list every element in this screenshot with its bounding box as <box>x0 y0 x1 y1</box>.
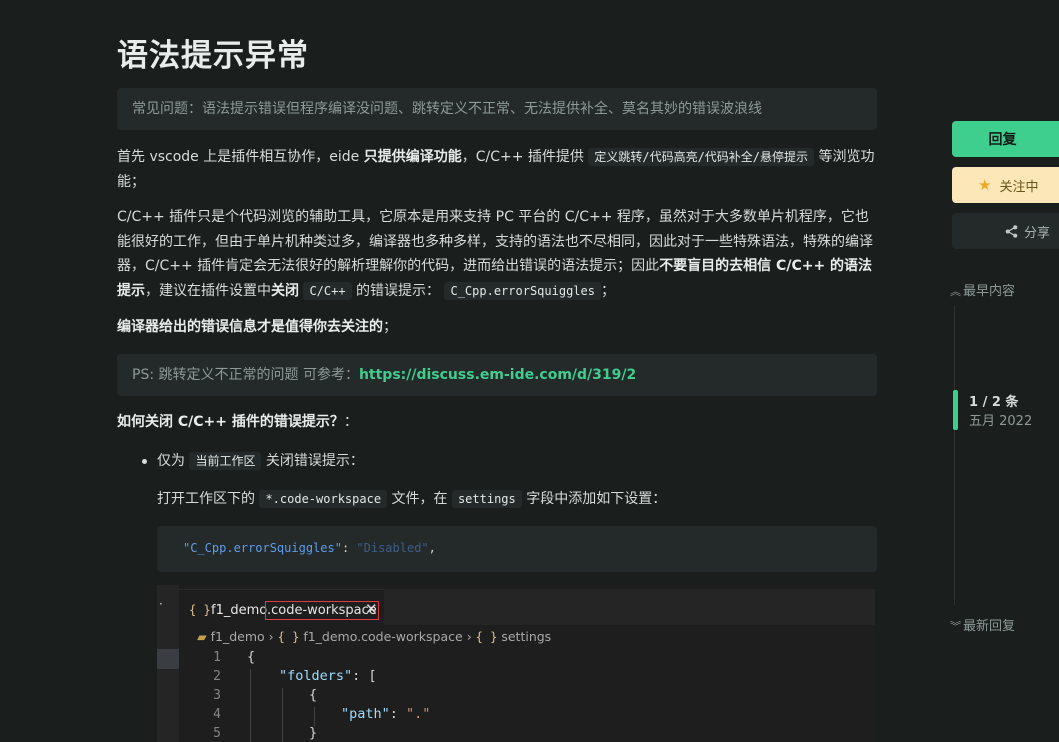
faq-blockquote: 常见问题：语法提示错误但程序编译没问题、跳转定义不正常、无法提供补全、莫名其妙的… <box>117 88 877 130</box>
double-chevron-down-icon: ︾ <box>950 620 961 633</box>
code-line: "folders": [ <box>279 668 377 684</box>
line-number: 2 <box>213 669 221 684</box>
vscode-screenshot: · { } f1_demo.code-workspace ✕ ▰ f1_demo… <box>157 585 875 742</box>
heading-close-errors: 如何关闭 C/C++ 插件的错误提示？： <box>117 414 358 430</box>
inline-code: 定义跳转/代码高亮/代码补全/悬停提示 <box>588 148 815 166</box>
inline-code: C_Cpp.errorSquiggles <box>444 281 601 300</box>
line-number: 5 <box>213 726 221 741</box>
close-icon: ✕ <box>365 600 378 618</box>
vscode-explorer-strip: · <box>157 585 179 742</box>
object-braces-icon: { } <box>475 630 498 644</box>
inline-code: C/C++ <box>303 281 352 300</box>
tab-filename: f1_demo.code-workspace <box>211 601 379 620</box>
code-line: { <box>247 649 256 665</box>
json-braces-icon: { } <box>277 630 300 644</box>
discuss-link[interactable]: https://discuss.em-ide.com/d/319/2 <box>359 367 636 383</box>
scrubber-handle[interactable] <box>953 390 958 430</box>
scrubber-track[interactable] <box>954 305 955 605</box>
scrubber-count: 1 / 2 条 <box>969 395 1019 410</box>
scrubber-date: 五月 2022 <box>969 414 1033 429</box>
share-button[interactable]: 分享 <box>952 213 1059 249</box>
scrubber-earliest[interactable]: ︽ 最早内容 <box>950 280 1015 299</box>
line-number: 3 <box>213 688 221 703</box>
settings-code-block: "C_Cpp.errorSquiggles": "Disabled", <box>157 526 877 572</box>
double-chevron-up-icon: ︽ <box>950 285 961 298</box>
highlighted-extension: .code-workspace <box>265 601 379 620</box>
follow-button[interactable]: ★ 关注中 <box>952 167 1059 203</box>
paragraph-plugins: 首先 vscode 上是插件相互协作，eide 只提供编译功能，C/C++ 插件… <box>117 148 875 190</box>
list-bullet <box>142 458 150 466</box>
page-title: 语法提示异常 <box>117 38 309 74</box>
line-number: 4 <box>213 707 221 722</box>
line-number: 1 <box>213 650 221 665</box>
inline-code: *.code-workspace <box>259 490 388 508</box>
inline-code: 当前工作区 <box>189 452 262 470</box>
scrubber-latest[interactable]: ︾ 最新回复 <box>950 615 1015 634</box>
inline-code: settings <box>451 490 522 508</box>
share-icon <box>1005 224 1018 238</box>
paragraph-compiler-errors: 编译器给出的错误信息才是值得你去关注的； <box>117 319 397 335</box>
vscode-breadcrumb: ▰ f1_demo › { } f1_demo.code-workspace ›… <box>197 629 552 644</box>
paragraph-cpp-plugin: C/C++ 插件只是个代码浏览的辅助工具，它原本是用来支持 PC 平台的 C/C… <box>117 209 873 300</box>
code-line: } <box>309 725 318 741</box>
folder-icon: ▰ <box>197 629 207 644</box>
reply-button[interactable]: 回复 <box>952 121 1059 157</box>
workspace-instructions: 打开工作区下的 *.code-workspace 文件，在 settings 字… <box>157 490 667 508</box>
ps-blockquote: PS: 跳转定义不正常的问题 可参考：https://discuss.em-id… <box>117 354 877 396</box>
json-braces-icon: { } <box>189 603 211 617</box>
code-line: "path": "." <box>341 706 431 722</box>
vscode-editor-tab: { } f1_demo.code-workspace ✕ <box>179 589 384 626</box>
list-item-workspace: 仅为 当前工作区 关闭错误提示： <box>157 452 364 470</box>
star-icon: ★ <box>978 176 992 194</box>
code-line: { <box>309 687 318 703</box>
